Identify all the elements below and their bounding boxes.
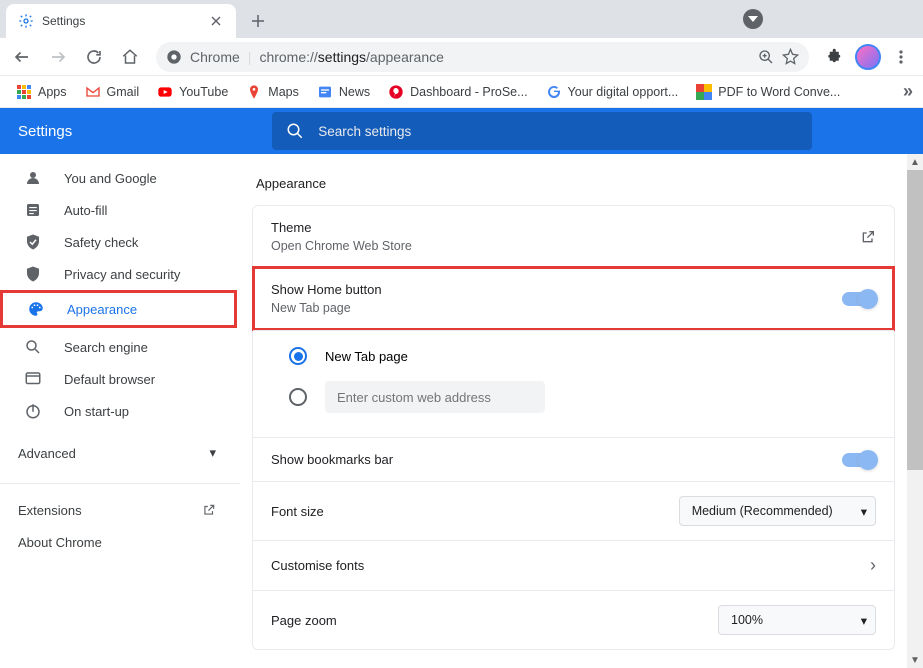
settings-header: Settings (0, 108, 923, 154)
sidebar-extensions[interactable]: Extensions (0, 494, 240, 526)
sidebar: You and Google Auto-fill Safety check Pr… (0, 154, 240, 668)
home-button[interactable] (114, 41, 146, 73)
bookmarks-bar: Apps Gmail YouTube Maps News Dashboard -… (0, 76, 923, 108)
scroll-thumb[interactable] (907, 170, 923, 470)
font-size-row: Font size Medium (Recommended)▾ (253, 481, 894, 540)
back-button[interactable] (6, 41, 38, 73)
external-link-icon (202, 503, 216, 517)
bookmark-maps[interactable]: Maps (240, 80, 305, 104)
bookmark-news[interactable]: News (311, 80, 376, 104)
toolbar: Chrome | chrome://settings/appearance (0, 38, 923, 76)
search-settings-box[interactable] (272, 112, 812, 150)
safety-check-icon (24, 233, 42, 251)
forward-button[interactable] (42, 41, 74, 73)
content-area: Appearance ThemeOpen Chrome Web Store Sh… (240, 154, 923, 668)
browser-icon (24, 370, 42, 388)
url-text: chrome://settings/appearance (259, 49, 443, 65)
autofill-icon (24, 201, 42, 219)
maps-icon (246, 84, 262, 100)
show-bookmarks-row: Show bookmarks bar (253, 437, 894, 481)
sidebar-about[interactable]: About Chrome (0, 526, 240, 558)
search-icon (24, 338, 42, 356)
radio-unchecked-icon (289, 388, 307, 406)
youtube-icon (157, 84, 173, 100)
omnibox[interactable]: Chrome | chrome://settings/appearance (156, 42, 809, 72)
external-link-icon (860, 229, 876, 245)
pinterest-icon (388, 84, 404, 100)
chrome-logo-icon (166, 49, 182, 65)
theme-row[interactable]: ThemeOpen Chrome Web Store (253, 206, 894, 267)
new-tab-button[interactable] (244, 7, 272, 35)
page-zoom-row: Page zoom 100%▾ (253, 590, 894, 649)
font-size-select[interactable]: Medium (Recommended)▾ (679, 496, 876, 526)
bookmark-star-icon[interactable] (782, 48, 799, 65)
chevron-down-icon: ▾ (861, 613, 867, 628)
chevron-down-icon: ▾ (861, 504, 867, 519)
tab-settings[interactable]: Settings (6, 4, 236, 38)
show-bookmarks-toggle[interactable] (842, 453, 876, 467)
shield-icon (24, 265, 42, 283)
power-icon (24, 402, 42, 420)
url-origin: Chrome (190, 49, 240, 65)
gear-icon (18, 13, 34, 29)
tab-title: Settings (42, 14, 85, 28)
bookmarks-overflow[interactable]: » (903, 81, 913, 102)
page-zoom-select[interactable]: 100%▾ (718, 605, 876, 635)
apps-icon (16, 84, 32, 100)
scroll-up-arrow[interactable]: ▲ (907, 154, 923, 170)
search-icon (286, 122, 304, 140)
custom-url-input[interactable] (325, 381, 545, 413)
zoom-icon[interactable] (758, 49, 774, 65)
sidebar-advanced[interactable]: Advanced▾ (0, 433, 240, 473)
sidebar-item-safety[interactable]: Safety check (0, 226, 240, 258)
home-button-options: New Tab page (253, 330, 894, 437)
scroll-down-arrow[interactable]: ▼ (907, 652, 923, 668)
extensions-button[interactable] (819, 41, 851, 73)
sidebar-item-autofill[interactable]: Auto-fill (0, 194, 240, 226)
pdf-icon (696, 84, 712, 100)
show-home-button-row: Show Home buttonNew Tab page (252, 266, 895, 331)
sidebar-item-default-browser[interactable]: Default browser (0, 363, 240, 395)
vertical-scrollbar[interactable]: ▲ ▼ (907, 154, 923, 668)
sidebar-item-search[interactable]: Search engine (0, 331, 240, 363)
chevron-down-icon: ▾ (209, 445, 216, 461)
person-icon (24, 169, 42, 187)
gmail-icon (85, 84, 101, 100)
menu-button[interactable] (885, 41, 917, 73)
bookmark-pdf[interactable]: PDF to Word Conve... (690, 80, 846, 104)
appearance-card: ThemeOpen Chrome Web Store Show Home but… (252, 205, 895, 650)
header-title: Settings (18, 123, 72, 140)
radio-new-tab[interactable]: New Tab page (289, 339, 894, 373)
google-icon (546, 84, 562, 100)
reload-button[interactable] (78, 41, 110, 73)
media-control-icon[interactable] (743, 9, 763, 29)
radio-checked-icon (289, 347, 307, 365)
radio-custom-url[interactable] (289, 373, 894, 421)
palette-icon (27, 300, 45, 318)
chevron-right-icon: › (870, 555, 876, 576)
profile-avatar[interactable] (855, 44, 881, 70)
close-tab-button[interactable] (208, 13, 224, 29)
bookmark-gmail[interactable]: Gmail (79, 80, 146, 104)
tab-strip: Settings (0, 0, 923, 38)
appearance-section-title: Appearance (256, 176, 895, 191)
sidebar-item-appearance[interactable]: Appearance (3, 293, 234, 325)
news-icon (317, 84, 333, 100)
sidebar-item-you-google[interactable]: You and Google (0, 162, 240, 194)
bookmark-digital[interactable]: Your digital opport... (540, 80, 685, 104)
show-home-toggle[interactable] (842, 292, 876, 306)
customise-fonts-row[interactable]: Customise fonts › (253, 540, 894, 590)
sidebar-item-privacy[interactable]: Privacy and security (0, 258, 240, 290)
sidebar-item-startup[interactable]: On start-up (0, 395, 240, 427)
search-settings-input[interactable] (318, 124, 798, 139)
bookmark-youtube[interactable]: YouTube (151, 80, 234, 104)
apps-label: Apps (38, 85, 67, 99)
apps-button[interactable]: Apps (10, 80, 73, 104)
bookmark-dashboard[interactable]: Dashboard - ProSe... (382, 80, 533, 104)
